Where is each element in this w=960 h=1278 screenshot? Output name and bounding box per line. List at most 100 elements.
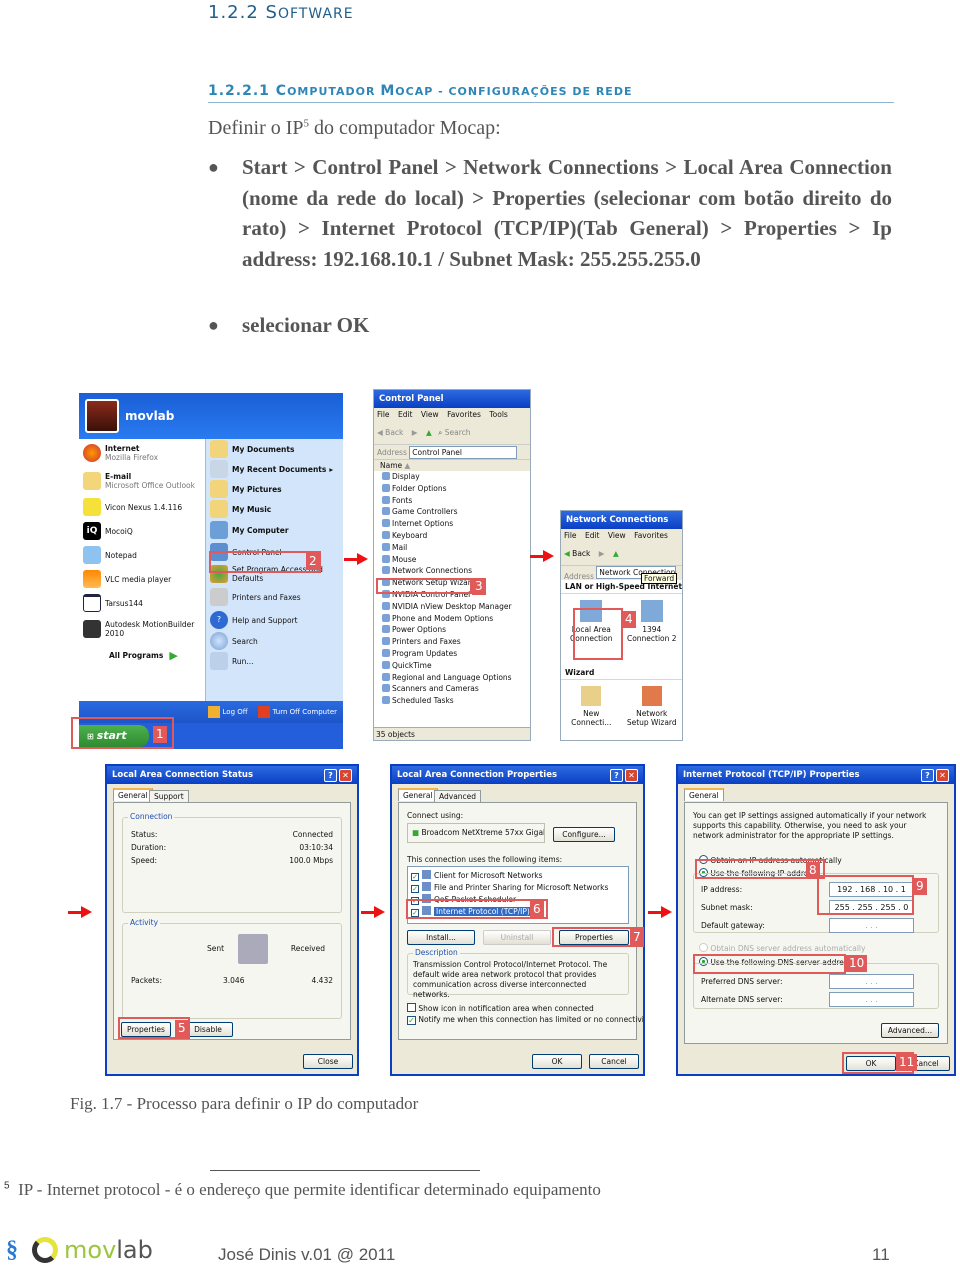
uninstall-button[interactable]: Uninstall (483, 930, 551, 945)
start-item-recent-documents[interactable]: My Recent Documents ▸ (206, 459, 343, 479)
start-item-motionbuilder[interactable]: Autodesk MotionBuilder 2010 (79, 615, 205, 643)
menu-tools[interactable]: Tools (489, 410, 507, 419)
connection-1394[interactable]: 1394 Connection 2 (627, 600, 677, 666)
forward-icon[interactable]: ▶ (412, 428, 418, 437)
menu-favorites[interactable]: Favorites (447, 410, 481, 419)
component-checkbox[interactable]: ✓ (411, 873, 419, 881)
wizard-new-connection[interactable]: New Connecti... (566, 686, 616, 727)
column-header-name[interactable]: Name ▲ (374, 459, 530, 471)
back-icon[interactable]: ◀ (377, 428, 383, 437)
menu-edit[interactable]: Edit (585, 531, 600, 540)
turn-off-button[interactable]: Turn Off Computer (273, 708, 337, 716)
control-panel-item[interactable]: Mail (374, 542, 530, 554)
back-button[interactable]: Back (572, 549, 590, 558)
start-item-vlc[interactable]: VLC media player (79, 567, 205, 591)
tab-general[interactable]: General (113, 788, 153, 801)
close-icon[interactable]: ✕ (936, 768, 949, 782)
control-panel-item[interactable]: Scheduled Tasks (374, 695, 530, 707)
received-label: Received (290, 944, 325, 953)
activity-group: Activity Sent Received Packets: 3.046 4.… (122, 918, 342, 1019)
tab-support[interactable]: Support (149, 790, 189, 802)
search-button[interactable]: Search (445, 428, 471, 437)
start-item-printers[interactable]: Printers and Faxes (206, 585, 343, 609)
notify-checkbox[interactable]: ✓ (407, 1016, 416, 1025)
menu-file[interactable]: File (377, 410, 390, 419)
close-icon[interactable]: ✕ (625, 768, 638, 782)
menu-edit[interactable]: Edit (398, 410, 413, 419)
control-panel-item[interactable]: QuickTime (374, 660, 530, 672)
menu-view[interactable]: View (608, 531, 626, 540)
component-item[interactable]: ✓ Client for Microsoft Networks (411, 870, 625, 882)
menu-view[interactable]: View (421, 410, 439, 419)
cancel-button[interactable]: Cancel (589, 1054, 639, 1069)
control-panel-item[interactable]: Network Connections (374, 565, 530, 577)
help-button[interactable]: ? (921, 768, 934, 782)
control-panel-item[interactable]: Game Controllers (374, 506, 530, 518)
menu-file[interactable]: File (564, 531, 577, 540)
component-checkbox[interactable]: ✓ (411, 885, 419, 893)
control-panel-item[interactable]: Scanners and Cameras (374, 683, 530, 695)
start-item-run[interactable]: Run... (206, 651, 343, 671)
start-item-my-pictures[interactable]: My Pictures (206, 479, 343, 499)
close-icon[interactable]: ✕ (339, 768, 352, 782)
control-panel-item[interactable]: Mouse (374, 554, 530, 566)
gateway-input[interactable]: . . . (829, 918, 914, 933)
status-row-value: 100.0 Mbps (289, 856, 333, 865)
iq-icon: iQ (83, 522, 101, 540)
start-item-iq[interactable]: iQ MocoiQ (79, 519, 205, 543)
help-button[interactable]: ? (610, 768, 623, 782)
obtain-dns-auto-option[interactable]: Obtain DNS server address automatically (699, 943, 865, 953)
movlab-logo-text: movlab (64, 1236, 153, 1264)
start-item-notepad[interactable]: Notepad (79, 543, 205, 567)
start-item-nexus[interactable]: Vicon Nexus 1.4.116 (79, 495, 205, 519)
tcpip-properties-dialog: Internet Protocol (TCP/IP) Properties? ✕ … (676, 764, 956, 1076)
address-input[interactable]: Control Panel (409, 446, 518, 459)
control-panel-item[interactable]: Internet Options (374, 518, 530, 530)
advanced-button[interactable]: Advanced... (881, 1023, 939, 1038)
tab-general[interactable]: General (398, 788, 438, 801)
back-icon[interactable]: ◀ (564, 549, 570, 558)
radio-button-disabled[interactable] (699, 943, 708, 952)
control-panel-item[interactable]: Folder Options (374, 483, 530, 495)
start-item-internet[interactable]: Internet Mozilla Firefox (79, 439, 205, 467)
start-item-search[interactable]: Search (206, 631, 343, 651)
ok-button[interactable]: OK (532, 1054, 582, 1069)
tab-advanced[interactable]: Advanced (434, 790, 482, 802)
start-item-email[interactable]: E-mail Microsoft Office Outlook (79, 467, 205, 495)
log-off-button[interactable]: Log Off (223, 708, 248, 716)
wizard-network-setup[interactable]: Network Setup Wizard (627, 686, 677, 727)
configure-button[interactable]: Configure... (553, 827, 615, 842)
control-panel-item[interactable]: Display (374, 471, 530, 483)
show-icon-checkbox[interactable] (407, 1003, 416, 1012)
up-folder-icon[interactable]: ▲ (613, 549, 619, 558)
start-item-my-music[interactable]: My Music (206, 499, 343, 519)
menu-favorites[interactable]: Favorites (634, 531, 668, 540)
help-button[interactable]: ? (324, 768, 337, 782)
control-panel-item[interactable]: Printers and Faxes (374, 636, 530, 648)
control-panel-item[interactable]: Power Options (374, 624, 530, 636)
close-button[interactable]: Close (303, 1054, 353, 1069)
notify-option[interactable]: ✓ Notify me when this connection has lim… (407, 1015, 643, 1025)
control-panel-item[interactable]: NVIDIA nView Desktop Manager (374, 601, 530, 613)
install-button[interactable]: Install... (407, 930, 475, 945)
back-button[interactable]: Back (385, 428, 403, 437)
all-programs-button[interactable]: All Programs ▶ (79, 643, 205, 667)
tab-general[interactable]: General (684, 788, 724, 801)
start-item-my-computer[interactable]: My Computer (206, 519, 343, 541)
up-folder-icon[interactable]: ▲ (426, 428, 432, 437)
start-item-tarsus[interactable]: Tarsus144 (79, 591, 205, 615)
control-panel-item[interactable]: Program Updates (374, 648, 530, 660)
alternate-dns-input[interactable]: . . . (829, 992, 914, 1007)
start-item-my-documents[interactable]: My Documents (206, 439, 343, 459)
show-icon-option[interactable]: Show icon in notification area when conn… (407, 1003, 594, 1013)
forward-icon[interactable]: ▶ (599, 549, 605, 558)
control-panel-item[interactable]: Phone and Modem Options (374, 613, 530, 625)
control-panel-item[interactable]: Fonts (374, 495, 530, 507)
control-panel-item[interactable]: Regional and Language Options (374, 672, 530, 684)
disable-button[interactable]: Disable (183, 1022, 233, 1037)
control-panel-item[interactable]: Keyboard (374, 530, 530, 542)
preferred-dns-input[interactable]: . . . (829, 974, 914, 989)
component-item[interactable]: ✓ File and Printer Sharing for Microsoft … (411, 882, 625, 894)
start-item-help[interactable]: ? Help and Support (206, 609, 343, 631)
power-icon (257, 706, 270, 718)
